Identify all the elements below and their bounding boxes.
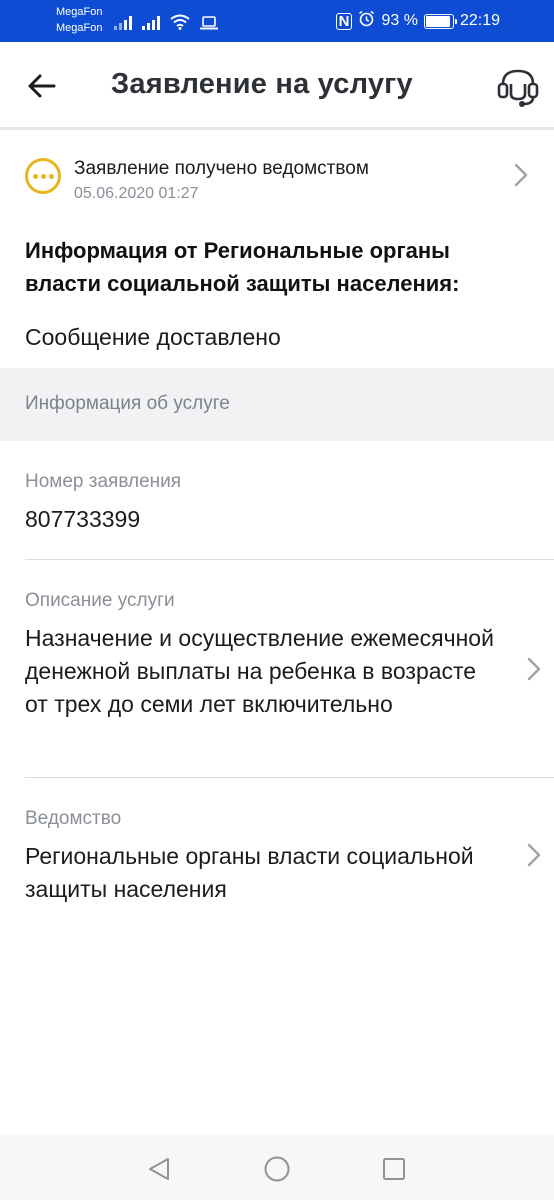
status-bar-right: N 93 % 22:19: [335, 10, 500, 32]
arrow-left-icon[interactable]: [22, 66, 62, 106]
application-status-row[interactable]: Заявление получено ведомством 05.06.2020…: [0, 146, 554, 212]
screen: MegaFon MegaFon N 93 % 22:19 Заявление н…: [0, 0, 554, 1200]
battery-percent: 93 %: [381, 12, 418, 29]
carrier-names: MegaFon MegaFon: [56, 4, 102, 36]
field-label: Описание услуги: [25, 590, 175, 611]
signal-icons: [114, 10, 218, 30]
nfc-icon: N: [335, 12, 353, 30]
department-field[interactable]: Ведомство Региональные органы власти соц…: [25, 778, 554, 903]
field-label: Номер заявления: [25, 471, 182, 492]
signal-icon: [114, 14, 132, 30]
nav-back-icon[interactable]: [144, 1154, 174, 1184]
status-date: 05.06.2020 01:27: [74, 185, 199, 202]
clock: 22:19: [459, 12, 500, 29]
headset-icon[interactable]: [494, 64, 542, 110]
app-header: Заявление на услугу: [0, 42, 554, 130]
status-title: Заявление получено ведомством: [74, 158, 369, 179]
signal-icon: [142, 14, 160, 30]
status-bar: MegaFon MegaFon N 93 % 22:19: [0, 0, 554, 42]
department-info-heading: Информация от Региональные органы власти…: [25, 238, 460, 296]
chevron-right-icon: [510, 160, 532, 190]
alarm-icon: [358, 10, 375, 32]
battery-icon: [423, 13, 457, 29]
page-title: Заявление на услугу: [111, 68, 413, 100]
application-number-field: Номер заявления 807733399: [25, 441, 554, 560]
application-number: 807733399: [25, 506, 141, 532]
service-info-section-header: Информация об услуге: [0, 368, 554, 441]
field-label: Ведомство: [25, 808, 122, 829]
section-title: Информация об услуге: [25, 393, 230, 414]
chevron-right-icon: [523, 654, 545, 684]
service-description-field[interactable]: Описание услуги Назначение и осуществлен…: [25, 560, 554, 778]
nav-home-icon[interactable]: [262, 1154, 292, 1184]
department-message: Сообщение доставлено: [25, 324, 281, 350]
wifi-icon: [170, 14, 190, 30]
chevron-right-icon: [523, 840, 545, 870]
navigation-bar: [0, 1134, 554, 1200]
three-dots-circle-icon: [25, 158, 61, 194]
nav-recent-apps-icon[interactable]: [379, 1154, 409, 1184]
carrier-1: MegaFon: [56, 6, 103, 18]
carrier-2: MegaFon: [56, 22, 103, 34]
department-name: Региональные органы власти социальной за…: [25, 843, 474, 902]
service-description: Назначение и осуществление ежемесячной д…: [25, 625, 494, 717]
laptop-icon: [200, 16, 218, 30]
